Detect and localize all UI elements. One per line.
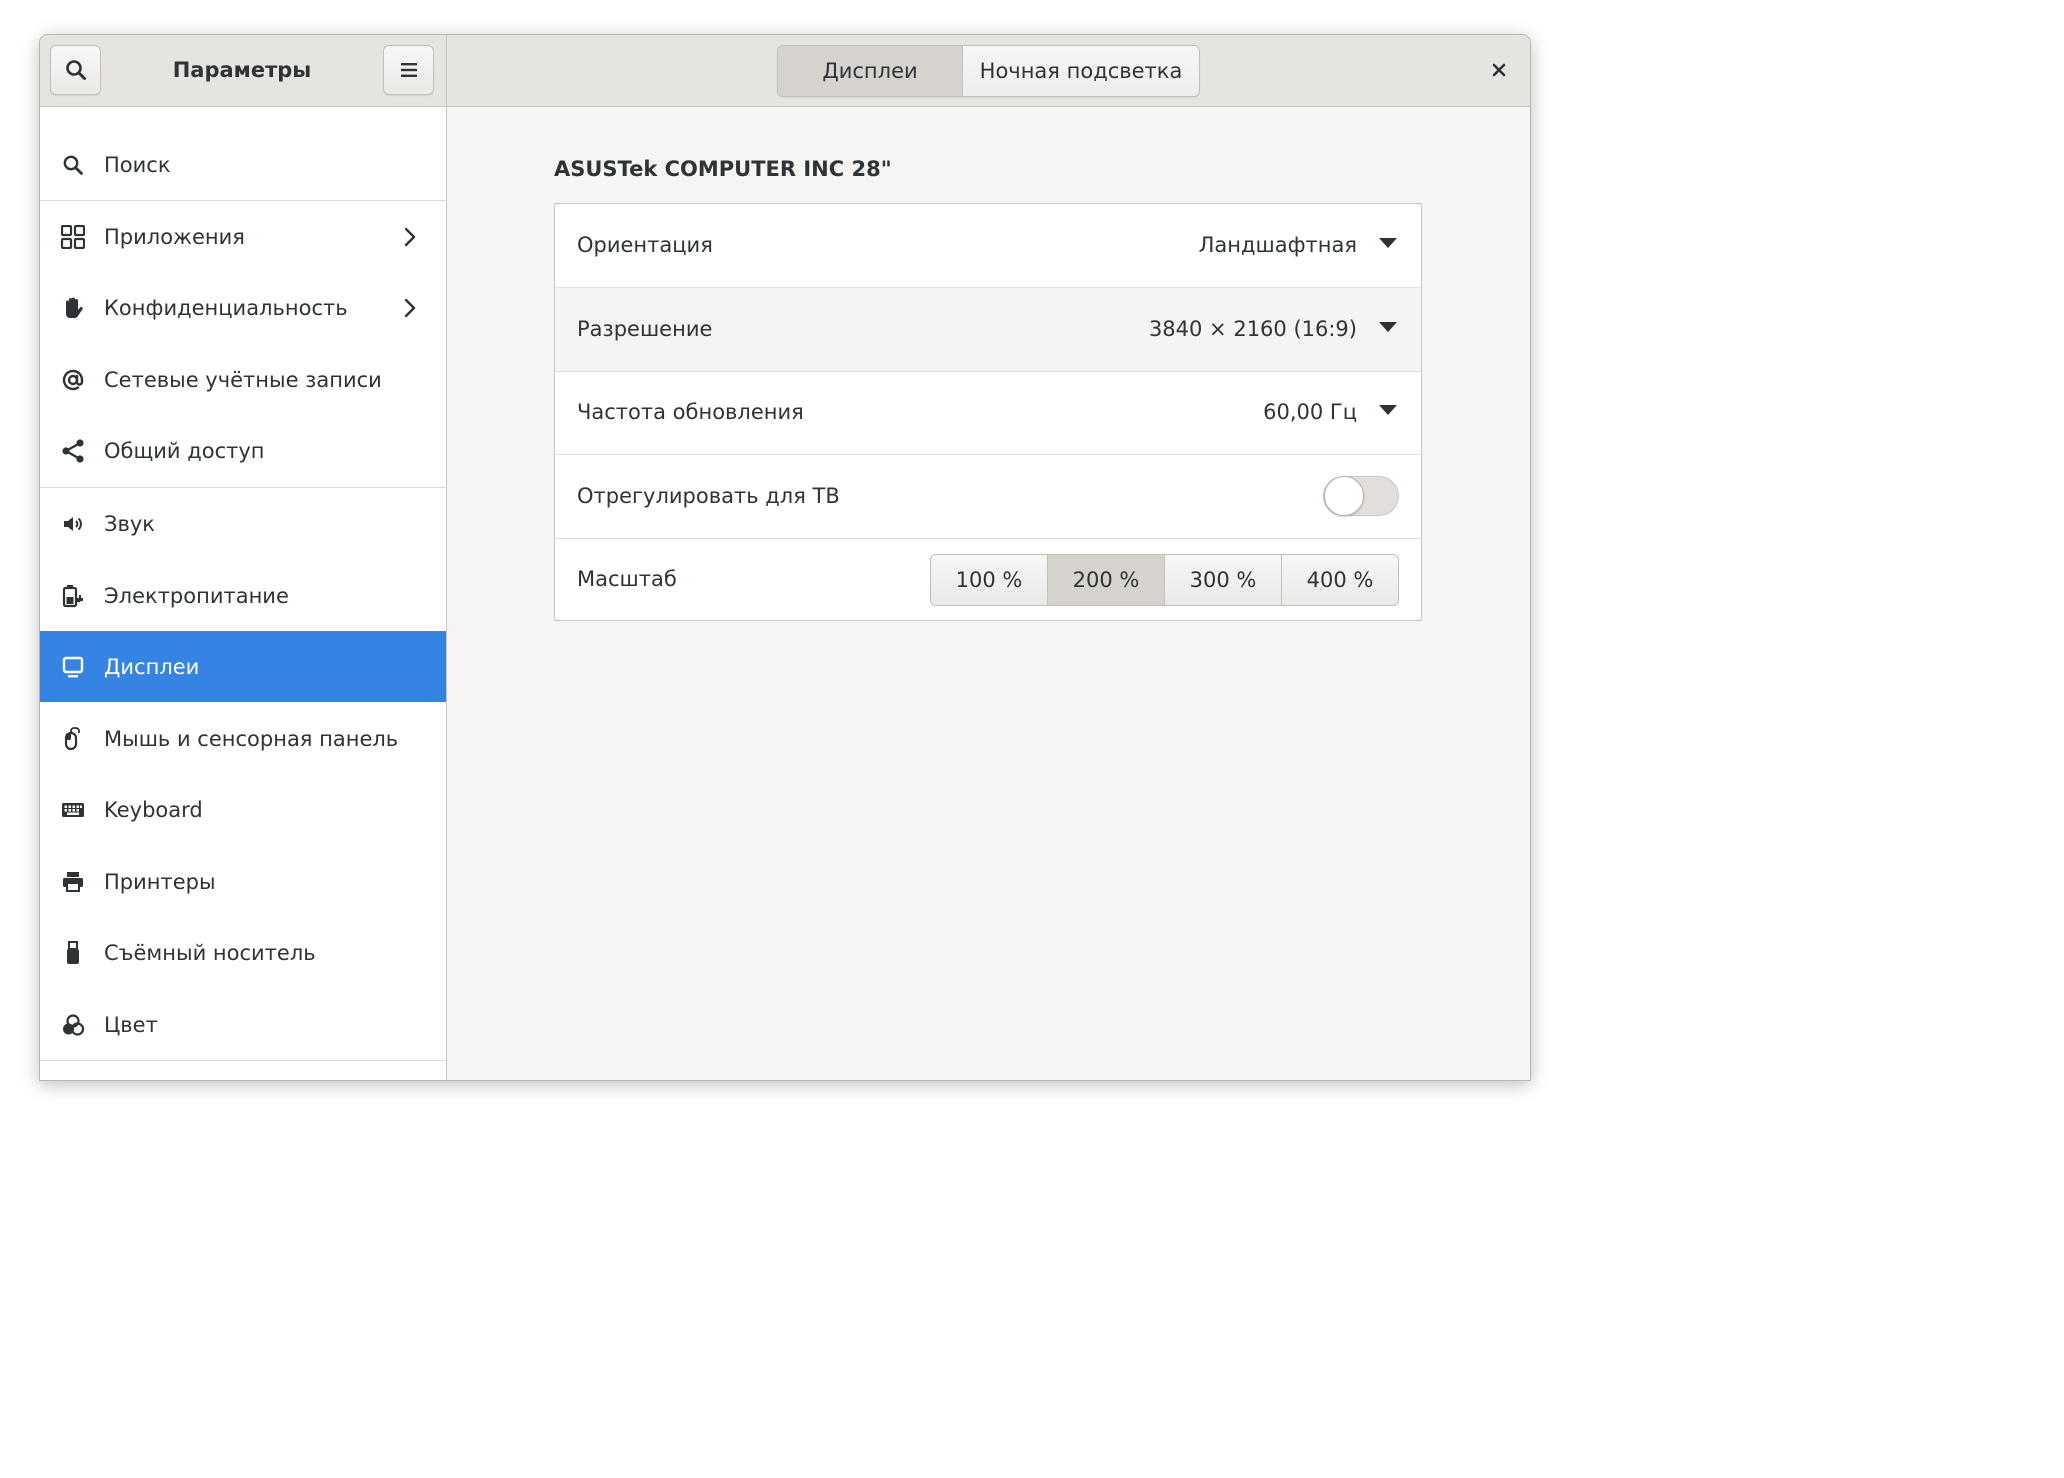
main-panel: ASUSTek COMPUTER INC 28" Ориентация Ланд… (447, 107, 1530, 1080)
sidebar-item-applications[interactable]: Приложения (40, 201, 446, 272)
orientation-value: Ландшафтная (1198, 233, 1357, 257)
monitor-title: ASUSTek COMPUTER INC 28" (554, 157, 892, 181)
adjust-tv-label: Отрегулировать для ТВ (577, 484, 840, 508)
switch-knob (1324, 476, 1364, 516)
sidebar-item-label: Мышь и сенсорная панель (104, 726, 399, 751)
search-button[interactable] (50, 45, 101, 95)
power-icon (61, 584, 85, 608)
search-icon (61, 153, 85, 177)
sidebar-item-sound[interactable]: Звук (40, 488, 446, 559)
menu-button[interactable] (383, 45, 434, 95)
sidebar-item-label: Цвет (104, 1012, 158, 1037)
resolution-value: 3840 × 2160 (16:9) (1148, 317, 1357, 341)
printer-icon (61, 870, 85, 894)
dropdown-arrow-icon (1379, 405, 1397, 415)
tab-night-light[interactable]: Ночная подсветка (962, 46, 1199, 96)
orientation-row[interactable]: Ориентация Ландшафтная (555, 204, 1421, 288)
sidebar-item-label: Поиск (104, 152, 171, 177)
tab-displays[interactable]: Дисплеи (778, 46, 962, 96)
resolution-row[interactable]: Разрешение 3840 × 2160 (16:9) (555, 288, 1421, 372)
sidebar-item-displays[interactable]: Дисплеи (40, 631, 446, 702)
dropdown-arrow-icon (1379, 322, 1397, 332)
sidebar-item-search[interactable]: Поиск (40, 129, 446, 200)
sidebar-item-label: Общий доступ (104, 438, 265, 463)
sidebar-item-label: Конфиденциальность (104, 295, 348, 320)
sidebar-item-label: Электропитание (104, 583, 289, 608)
sidebar-item-power[interactable]: Электропитание (40, 560, 446, 631)
scale-option-200[interactable]: 200 % (1047, 555, 1164, 605)
chevron-right-icon (404, 227, 416, 246)
refresh-rate-label: Частота обновления (577, 400, 804, 424)
header-bar: Параметры Дисплеи Ночная подсветка (40, 35, 1530, 107)
scale-row: Масштаб 100 % 200 % 300 % 400 % (555, 538, 1421, 621)
color-icon (61, 1013, 85, 1037)
sidebar-item-label: Принтеры (104, 869, 216, 894)
display-icon (61, 655, 85, 679)
refresh-rate-row[interactable]: Частота обновления 60,00 Гц (555, 371, 1421, 455)
sidebar-item-sharing[interactable]: Общий доступ (40, 415, 446, 486)
grid-icon (61, 224, 85, 249)
scale-label: Масштаб (577, 567, 677, 591)
sidebar: Поиск Приложения Конфиденциальность Сете… (40, 107, 447, 1080)
sidebar-item-keyboard[interactable]: Keyboard (40, 774, 446, 845)
sidebar-item-privacy[interactable]: Конфиденциальность (40, 272, 446, 343)
adjust-tv-switch[interactable] (1323, 476, 1399, 516)
scale-option-100[interactable]: 100 % (931, 555, 1047, 605)
sidebar-item-label: Приложения (104, 224, 245, 249)
sidebar-item-removable-media[interactable]: Съёмный носитель (40, 917, 446, 988)
display-settings-list: Ориентация Ландшафтная Разрешение 3840 ×… (554, 203, 1422, 621)
sidebar-separator (40, 1060, 446, 1061)
scale-option-400[interactable]: 400 % (1281, 555, 1398, 605)
hand-icon (61, 296, 85, 320)
view-switcher: Дисплеи Ночная подсветка (777, 45, 1200, 97)
scale-option-300[interactable]: 300 % (1164, 555, 1281, 605)
search-icon (65, 60, 86, 80)
sidebar-item-label: Съёмный носитель (104, 940, 316, 965)
close-button[interactable] (1474, 45, 1524, 95)
sidebar-item-label: Сетевые учётные записи (104, 367, 382, 392)
sidebar-item-label: Дисплеи (104, 654, 200, 679)
sidebar-item-mouse-touchpad[interactable]: Мышь и сенсорная панель (40, 703, 446, 774)
dropdown-arrow-icon (1379, 238, 1397, 248)
sidebar-item-label: Звук (104, 511, 155, 536)
speaker-icon (61, 512, 85, 536)
adjust-tv-row: Отрегулировать для ТВ (555, 455, 1421, 539)
settings-window: Параметры Дисплеи Ночная подсветка Поиск… (39, 34, 1531, 1081)
scale-selector: 100 % 200 % 300 % 400 % (930, 554, 1399, 606)
sidebar-item-online-accounts[interactable]: Сетевые учётные записи (40, 344, 446, 415)
sidebar-item-printers[interactable]: Принтеры (40, 846, 446, 917)
mouse-icon (61, 726, 85, 751)
at-icon (61, 368, 85, 392)
share-icon (61, 438, 85, 463)
header-left: Параметры (40, 35, 447, 106)
usb-icon (61, 940, 85, 965)
hamburger-menu-icon (400, 63, 417, 77)
sidebar-item-label: Keyboard (104, 797, 203, 822)
keyboard-icon (61, 798, 85, 822)
close-icon (1492, 63, 1506, 77)
app-title: Параметры (172, 58, 312, 82)
sidebar-item-color[interactable]: Цвет (40, 989, 446, 1060)
refresh-rate-value: 60,00 Гц (1263, 400, 1357, 424)
chevron-right-icon (404, 298, 416, 317)
orientation-label: Ориентация (577, 233, 713, 257)
resolution-label: Разрешение (577, 317, 713, 341)
